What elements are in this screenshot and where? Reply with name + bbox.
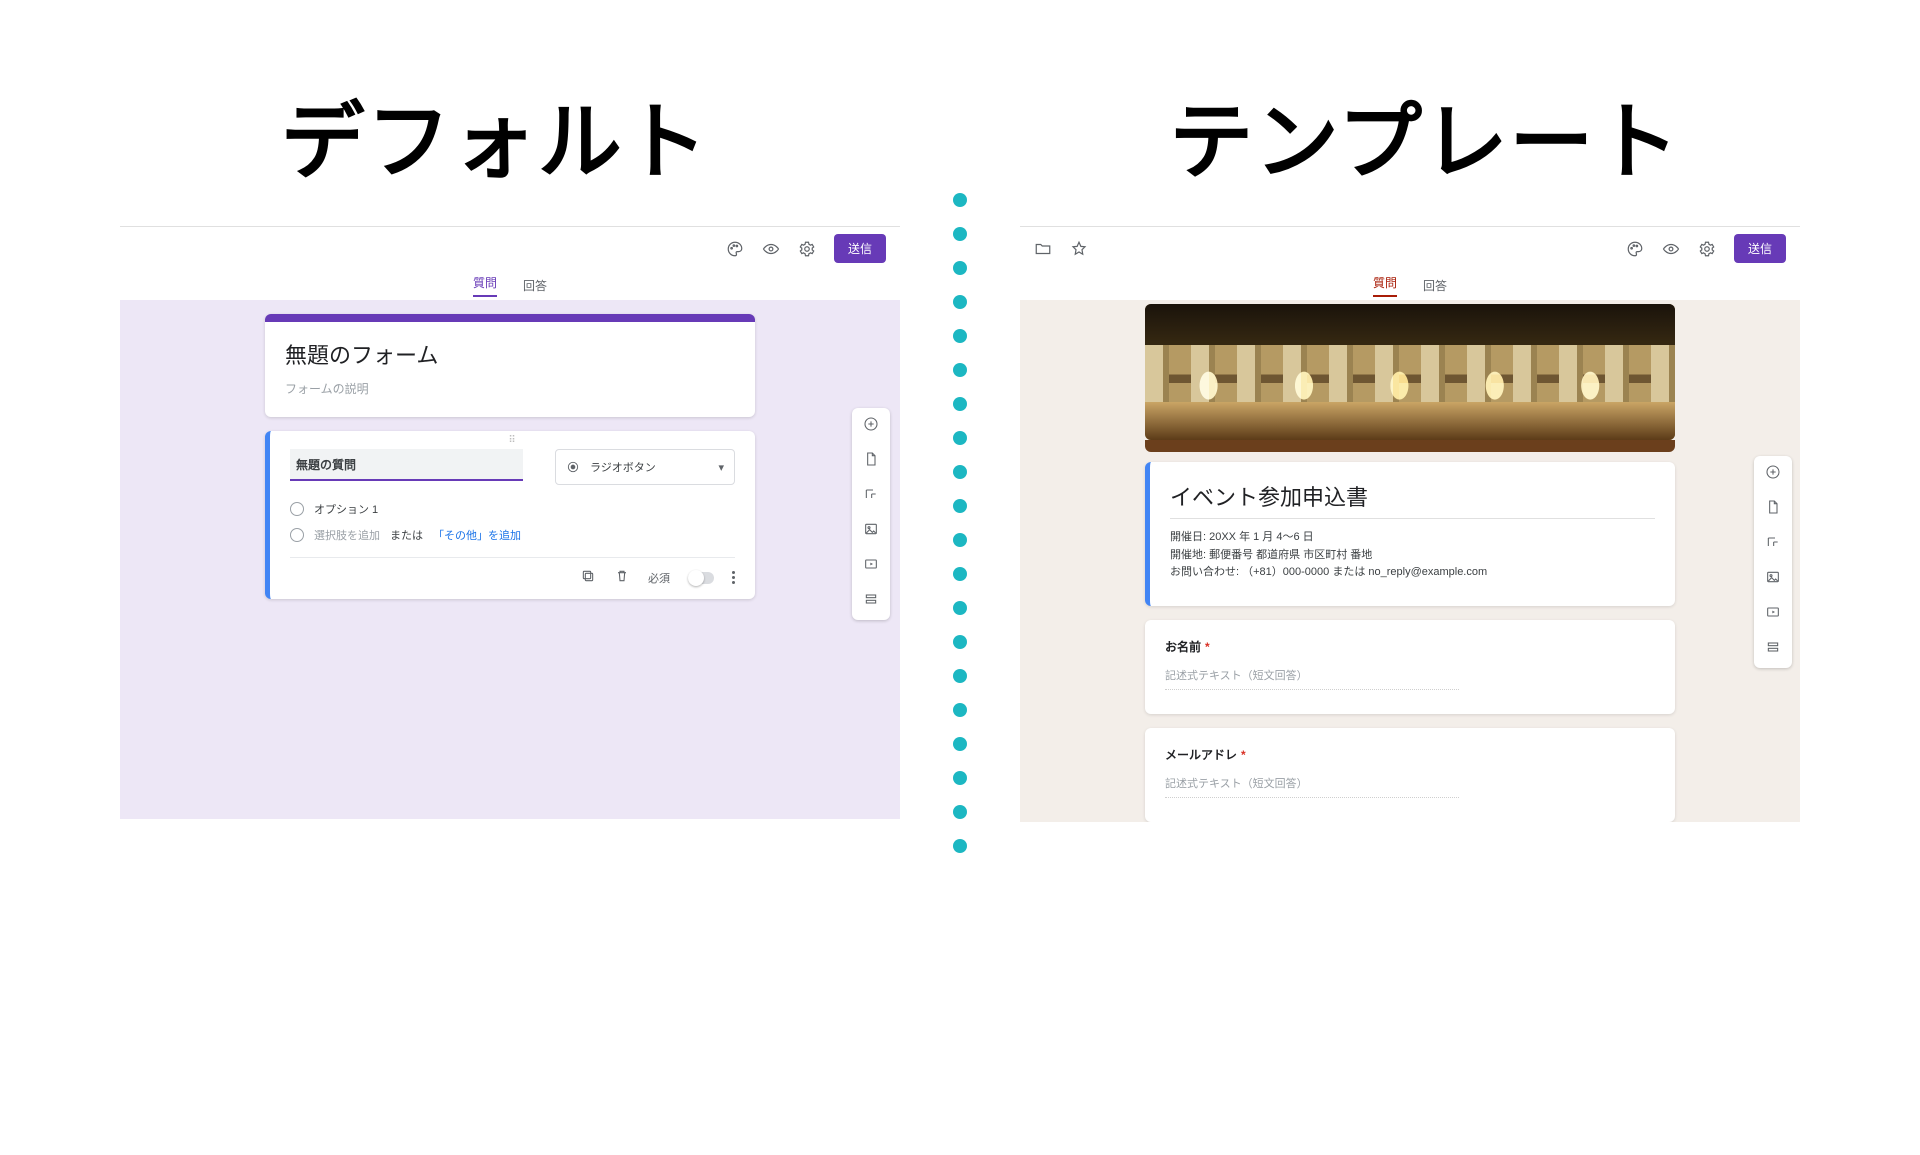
add-video-icon[interactable] — [863, 556, 879, 577]
tabs-default: 質問 回答 — [120, 270, 900, 300]
import-questions-icon[interactable] — [1765, 499, 1781, 520]
preview-icon[interactable] — [1662, 240, 1680, 258]
side-toolbar — [1754, 456, 1792, 668]
tab-responses[interactable]: 回答 — [523, 277, 547, 294]
answer-placeholder[interactable]: 記述式テキスト（短文回答） — [1165, 665, 1459, 690]
answer-placeholder[interactable]: 記述式テキスト（短文回答） — [1165, 773, 1459, 798]
header-image[interactable] — [1145, 304, 1675, 440]
more-icon[interactable] — [732, 571, 735, 584]
radio-empty-icon — [290, 528, 304, 542]
required-asterisk: * — [1205, 640, 1210, 654]
required-label: 必須 — [648, 570, 670, 586]
palette-icon[interactable] — [726, 240, 744, 258]
form-header-card[interactable]: イベント参加申込書 開催日: 20XX 年 1 月 4〜6 日 開催地: 郵便番… — [1145, 462, 1675, 606]
title-row: デフォルト テンプレート — [0, 75, 1920, 196]
settings-icon[interactable] — [798, 240, 816, 258]
duplicate-icon[interactable] — [580, 568, 596, 587]
question-card-name[interactable]: お名前 * 記述式テキスト（短文回答） — [1145, 620, 1675, 714]
option-row-1[interactable]: オプション 1 — [290, 501, 735, 517]
heading-default: デフォルト — [120, 75, 870, 196]
add-question-icon[interactable] — [1765, 464, 1781, 485]
panel-default-form: 送信 質問 回答 無題のフォーム フォームの説明 ⠿ — [120, 226, 900, 822]
question-type-label: ラジオボタン — [590, 459, 656, 475]
add-video-icon[interactable] — [1765, 604, 1781, 625]
tab-questions[interactable]: 質問 — [1373, 274, 1397, 297]
question-card-email[interactable]: メールアドレ * 記述式テキスト（短文回答） — [1145, 728, 1675, 822]
add-option-label[interactable]: 選択肢を追加 — [314, 527, 380, 543]
radio-icon — [566, 460, 580, 474]
canvas-template: イベント参加申込書 開催日: 20XX 年 1 月 4〜6 日 開催地: 郵便番… — [1020, 300, 1800, 822]
import-questions-icon[interactable] — [863, 451, 879, 472]
add-image-icon[interactable] — [863, 521, 879, 542]
or-label: または — [390, 527, 423, 543]
add-title-icon[interactable] — [1765, 534, 1781, 555]
add-option-row[interactable]: 選択肢を追加 または 「その他」を追加 — [290, 527, 735, 543]
canvas-default: 無題のフォーム フォームの説明 ⠿ ラジオボタン ▾ — [120, 300, 900, 819]
panel-template-form: 送信 質問 回答 イベント参加申込書 開催日: 20XX 年 1 月 4〜6 日… — [1020, 226, 1800, 822]
star-icon[interactable] — [1070, 240, 1088, 258]
question-card[interactable]: ⠿ ラジオボタン ▾ オプション 1 — [265, 431, 755, 599]
question-footer: 必須 — [290, 557, 735, 587]
separator-dots — [953, 193, 967, 853]
add-other-link[interactable]: 「その他」を追加 — [433, 527, 521, 543]
add-question-icon[interactable] — [863, 416, 879, 437]
heading-template: テンプレート — [1050, 75, 1800, 196]
delete-icon[interactable] — [614, 568, 630, 587]
form-title[interactable]: イベント参加申込書 — [1170, 480, 1655, 519]
settings-icon[interactable] — [1698, 240, 1716, 258]
question-label: お名前 — [1165, 640, 1201, 654]
option-1-label[interactable]: オプション 1 — [314, 501, 378, 517]
palette-icon[interactable] — [1626, 240, 1644, 258]
question-title-input[interactable] — [290, 449, 523, 481]
form-title[interactable]: 無題のフォーム — [285, 338, 735, 370]
preview-icon[interactable] — [762, 240, 780, 258]
side-toolbar — [852, 408, 890, 620]
chevron-down-icon: ▾ — [718, 461, 724, 474]
add-title-icon[interactable] — [863, 486, 879, 507]
required-toggle[interactable] — [688, 572, 714, 584]
send-button[interactable]: 送信 — [834, 234, 886, 263]
send-button[interactable]: 送信 — [1734, 234, 1786, 263]
question-label: メールアドレ — [1165, 748, 1237, 762]
drag-handle-icon[interactable]: ⠿ — [508, 435, 516, 446]
radio-empty-icon — [290, 502, 304, 516]
question-type-dropdown[interactable]: ラジオボタン ▾ — [555, 449, 735, 485]
add-section-icon[interactable] — [1765, 639, 1781, 660]
add-section-icon[interactable] — [863, 591, 879, 612]
folder-icon[interactable] — [1034, 240, 1052, 258]
form-header-card[interactable]: 無題のフォーム フォームの説明 — [265, 314, 755, 417]
required-asterisk: * — [1241, 748, 1246, 762]
tab-questions[interactable]: 質問 — [473, 274, 497, 297]
topbar-template: 送信 — [1020, 226, 1800, 270]
form-description[interactable]: 開催日: 20XX 年 1 月 4〜6 日 開催地: 郵便番号 都道府県 市区町… — [1170, 529, 1655, 582]
tab-responses[interactable]: 回答 — [1423, 277, 1447, 294]
topbar-default: 送信 — [120, 226, 900, 270]
header-accent-bar — [1145, 440, 1675, 452]
tabs-template: 質問 回答 — [1020, 270, 1800, 300]
form-description-placeholder[interactable]: フォームの説明 — [285, 380, 735, 397]
add-image-icon[interactable] — [1765, 569, 1781, 590]
